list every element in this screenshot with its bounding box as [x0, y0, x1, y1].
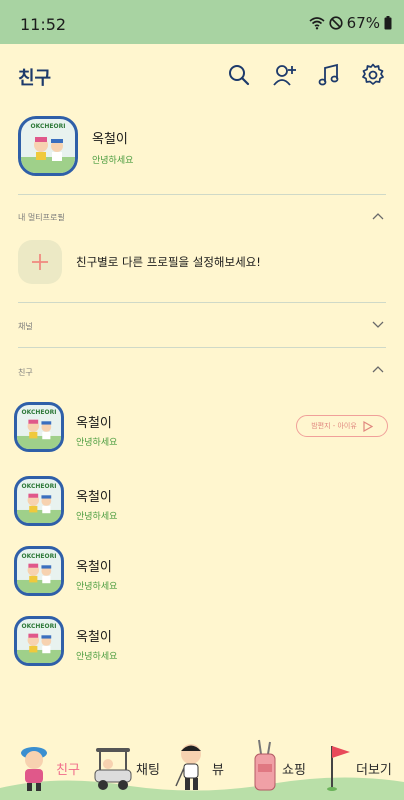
play-icon [363, 420, 373, 432]
flag-icon [327, 746, 350, 791]
do-not-disturb-icon [329, 16, 343, 30]
golfer-character-icon [21, 747, 47, 791]
friend-name: 옥철이 [76, 416, 112, 431]
status-icons: 67% [309, 14, 392, 32]
status-time: 11:52 [20, 15, 67, 34]
divider [18, 194, 386, 195]
page-title: 친구 [18, 68, 52, 89]
add-friend-icon[interactable] [272, 62, 298, 88]
tab-label: 친구 [56, 763, 80, 778]
friend-avatar[interactable]: OKCHEORI [14, 402, 64, 452]
golfer-character-icon [17, 633, 61, 663]
divider [18, 347, 386, 348]
friend-name: 옥철이 [76, 490, 112, 505]
tab-label: 쇼핑 [282, 763, 306, 778]
multi-profile-create[interactable]: 친구별로 다른 프로필을 설정해보세요! [18, 240, 388, 286]
golfer-character-icon [17, 563, 61, 593]
character-swing-icon [175, 744, 201, 790]
friend-avatar[interactable]: OKCHEORI [14, 476, 64, 526]
my-profile[interactable]: OKCHEORI 옥철이 안녕하세요 [18, 116, 388, 180]
tab-friends[interactable]: 친구 [14, 740, 80, 792]
status-bar: 11:52 67% [0, 0, 404, 44]
tab-label: 채팅 [136, 763, 160, 778]
friend-name: 옥철이 [76, 560, 112, 575]
battery-percent: 67% [346, 14, 380, 32]
friend-status: 안녕하세요 [76, 652, 118, 662]
chevron-up-icon[interactable] [372, 365, 384, 373]
friend-status: 안녕하세요 [76, 438, 118, 448]
bottom-tab-bar: 친구 채팅 뷰 쇼핑 더보기 [0, 730, 404, 800]
friend-list-item[interactable]: OKCHEORI 옥철이 안녕하세요 [14, 616, 390, 672]
friend-list-item[interactable]: OKCHEORI 옥철이 안녕하세요 밤편지 - 아이유 [14, 402, 390, 458]
tab-chats[interactable]: 채팅 [92, 742, 160, 792]
golfer-character-icon [17, 493, 61, 523]
friend-avatar[interactable]: OKCHEORI [14, 616, 64, 666]
profile-music-label: 밤편지 - 아이유 [311, 422, 357, 430]
tab-more[interactable]: 더보기 [326, 742, 392, 792]
plus-icon [32, 254, 48, 270]
golf-cart-icon [94, 748, 132, 790]
tab-view[interactable]: 뷰 [174, 740, 224, 792]
multi-profile-prompt: 친구별로 다른 프로필을 설정해보세요! [76, 255, 261, 269]
my-avatar[interactable]: OKCHEORI [18, 116, 78, 176]
battery-icon [384, 16, 392, 30]
golfer-character-icon [21, 137, 75, 173]
add-multi-profile-button[interactable] [18, 240, 62, 284]
friend-status: 안녕하세요 [76, 582, 118, 592]
music-icon[interactable] [316, 62, 342, 88]
chevron-down-icon[interactable] [372, 321, 384, 329]
settings-gear-icon[interactable] [360, 62, 386, 88]
divider [18, 302, 386, 303]
tab-label: 더보기 [356, 763, 392, 778]
friends-section-label: 친구 [18, 368, 33, 377]
search-icon[interactable] [226, 62, 252, 88]
golfer-character-icon [17, 419, 61, 449]
wifi-icon [309, 17, 325, 30]
friend-avatar[interactable]: OKCHEORI [14, 546, 64, 596]
friend-list-item[interactable]: OKCHEORI 옥철이 안녕하세요 [14, 546, 390, 602]
tab-label: 뷰 [212, 763, 224, 778]
my-profile-status: 안녕하세요 [92, 156, 134, 166]
friend-status: 안녕하세요 [76, 512, 118, 522]
chevron-up-icon[interactable] [372, 212, 384, 220]
friend-list-item[interactable]: OKCHEORI 옥철이 안녕하세요 [14, 476, 390, 532]
my-profile-name: 옥철이 [92, 132, 128, 147]
app-header: 친구 [0, 44, 404, 106]
tab-shopping[interactable]: 쇼핑 [250, 738, 306, 792]
golf-bag-icon [254, 739, 276, 791]
multi-profile-section-label: 내 멀티프로필 [18, 213, 65, 222]
channel-section-label: 채널 [18, 322, 33, 331]
profile-music-button[interactable]: 밤편지 - 아이유 [296, 415, 388, 437]
friend-name: 옥철이 [76, 630, 112, 645]
